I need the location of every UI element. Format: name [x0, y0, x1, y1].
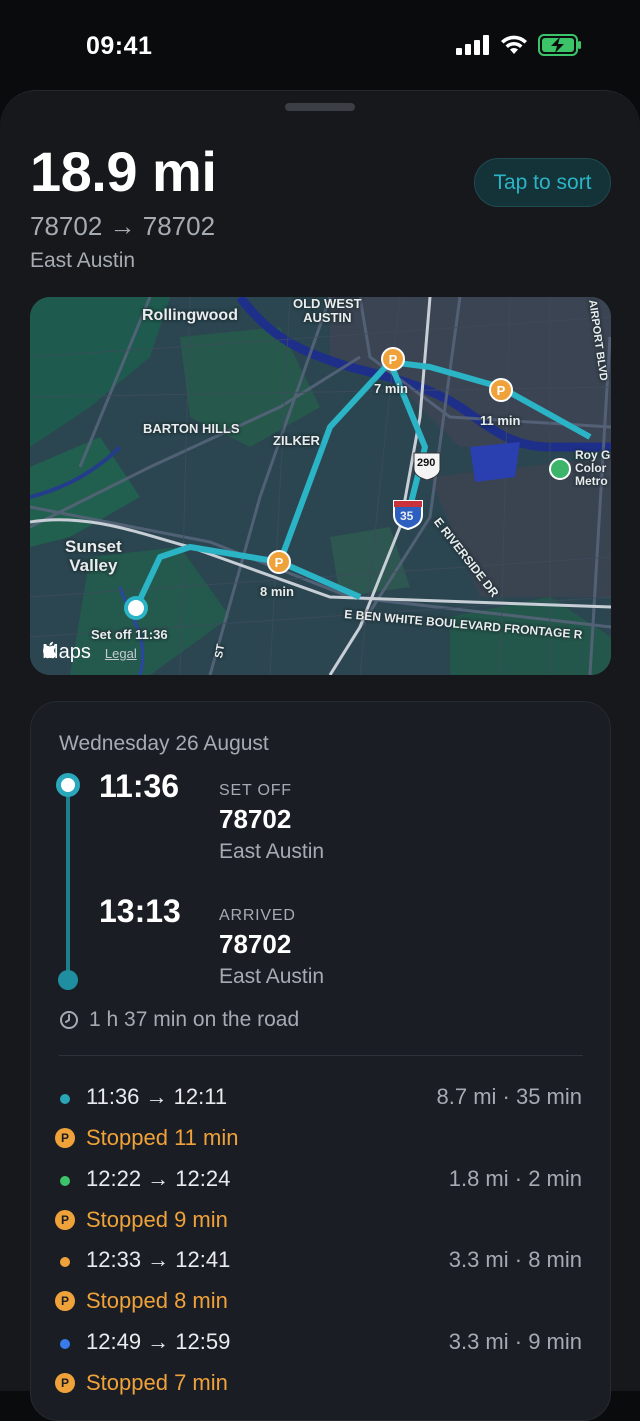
segment-times: 11:36 → 12:11	[86, 1084, 228, 1109]
trip-route: 78702 → 78702	[30, 211, 216, 241]
setoff-area: East Austin	[219, 840, 325, 863]
apple-maps-logo: Maps Legal	[42, 641, 137, 664]
start-label: Set off 11:36	[91, 627, 168, 642]
signal-icon	[456, 35, 489, 55]
status-time: 09:41	[86, 32, 153, 60]
divider	[59, 1055, 583, 1056]
duration-row: 1 h 37 min on the road	[59, 1008, 299, 1032]
segment-row[interactable]: 12:22 → 12:24 1.8 mi · 2 min	[31, 1166, 612, 1196]
segment-dot	[60, 1094, 70, 1104]
sort-button[interactable]: Tap to sort	[474, 158, 611, 207]
wifi-icon	[501, 35, 527, 54]
trip-date: Wednesday 26 August	[59, 732, 269, 755]
stop-row[interactable]: P Stopped 11 min	[31, 1125, 612, 1155]
arrived-tag: ARRIVED	[219, 907, 296, 924]
parking-icon: P	[55, 1373, 75, 1393]
stop-row[interactable]: P Stopped 7 min	[31, 1370, 612, 1400]
segment-stats: 3.3 mi · 8 min	[448, 1247, 582, 1272]
stop-row[interactable]: P Stopped 8 min	[31, 1288, 612, 1318]
sheet-grabber[interactable]	[285, 103, 355, 111]
segment-dot	[60, 1257, 70, 1267]
legal-link[interactable]: Legal	[105, 646, 137, 661]
stop-text: Stopped 9 min	[86, 1207, 228, 1232]
stop-label-1: 7 min	[374, 381, 408, 396]
status-bar: 09:41	[0, 0, 640, 90]
park-icon	[549, 458, 571, 480]
start-marker[interactable]	[124, 596, 148, 620]
svg-text:P: P	[497, 383, 506, 398]
map-label-old-west-austin: OLD WEST AUSTIN	[293, 297, 362, 325]
stop-text: Stopped 8 min	[86, 1288, 228, 1313]
segment-dot	[60, 1339, 70, 1349]
map-label-sunset-valley: Sunset Valley	[65, 537, 122, 575]
svg-text:P: P	[275, 555, 284, 570]
parking-marker-1[interactable]: P	[381, 347, 405, 371]
segment-stats: 3.3 mi · 9 min	[448, 1329, 582, 1354]
map-label-zilker: ZILKER	[273, 433, 320, 448]
segment-stats: 8.7 mi · 35 min	[436, 1084, 583, 1109]
trip-area: East Austin	[30, 249, 136, 272]
setoff-time: 11:36	[99, 768, 180, 804]
battery-charging-icon	[538, 34, 581, 56]
trip-details-card: Wednesday 26 August 11:36 SET OFF 78702 …	[30, 701, 611, 1421]
trip-distance: 18.9 mi	[30, 140, 217, 203]
highway-290-label: 290	[417, 457, 436, 469]
segment-dot	[60, 1176, 70, 1186]
timeline-end-dot	[58, 970, 78, 990]
map-label-roy: Roy G Color Metro	[575, 448, 611, 488]
timeline-start-dot	[56, 773, 80, 797]
trip-sheet: 18.9 mi 78702 → 78702 East Austin Tap to…	[0, 90, 640, 1421]
clock-icon	[60, 1011, 78, 1029]
parking-marker-2[interactable]: P	[489, 378, 513, 402]
segment-row[interactable]: 11:36 → 12:11 8.7 mi · 35 min	[31, 1084, 612, 1114]
setoff-tag: SET OFF	[219, 782, 292, 799]
map-label-st: ST	[213, 643, 228, 660]
stop-row[interactable]: P Stopped 9 min	[31, 1207, 612, 1237]
arrived-time: 13:13	[99, 893, 181, 929]
segment-times: 12:22 → 12:24	[86, 1166, 231, 1191]
status-icons	[456, 34, 582, 56]
stop-text: Stopped 11 min	[86, 1125, 239, 1150]
segment-times: 12:33 → 12:41	[86, 1247, 231, 1272]
route-map[interactable]: P P P Rollingwood OLD WEST AUSTIN BARTON…	[30, 297, 611, 675]
segment-row[interactable]: 12:49 → 12:59 3.3 mi · 9 min	[31, 1329, 612, 1359]
parking-marker-3[interactable]: P	[267, 550, 291, 574]
setoff-zip: 78702	[219, 804, 292, 834]
segment-times: 12:49 → 12:59	[86, 1329, 231, 1354]
apple-logo-icon	[43, 641, 57, 659]
interstate-35-label: 35	[400, 509, 414, 523]
parking-icon: P	[55, 1210, 75, 1230]
duration-text: 1 h 37 min on the road	[89, 1008, 300, 1031]
timeline-line	[66, 786, 70, 976]
parking-icon: P	[55, 1128, 75, 1148]
arrived-area: East Austin	[219, 965, 325, 988]
map-label-barton-hills: BARTON HILLS	[143, 421, 240, 436]
stop-label-3: 8 min	[260, 584, 294, 599]
parking-icon: P	[55, 1291, 75, 1311]
arrived-zip: 78702	[219, 929, 292, 959]
map-label-rollingwood: Rollingwood	[142, 307, 238, 324]
map-canvas: P P P	[30, 297, 611, 675]
stop-text: Stopped 7 min	[86, 1370, 228, 1395]
segment-row[interactable]: 12:33 → 12:41 3.3 mi · 8 min	[31, 1247, 612, 1277]
segment-stats: 1.8 mi · 2 min	[448, 1166, 582, 1191]
stop-label-2: 11 min	[480, 413, 521, 428]
svg-text:P: P	[389, 352, 398, 367]
